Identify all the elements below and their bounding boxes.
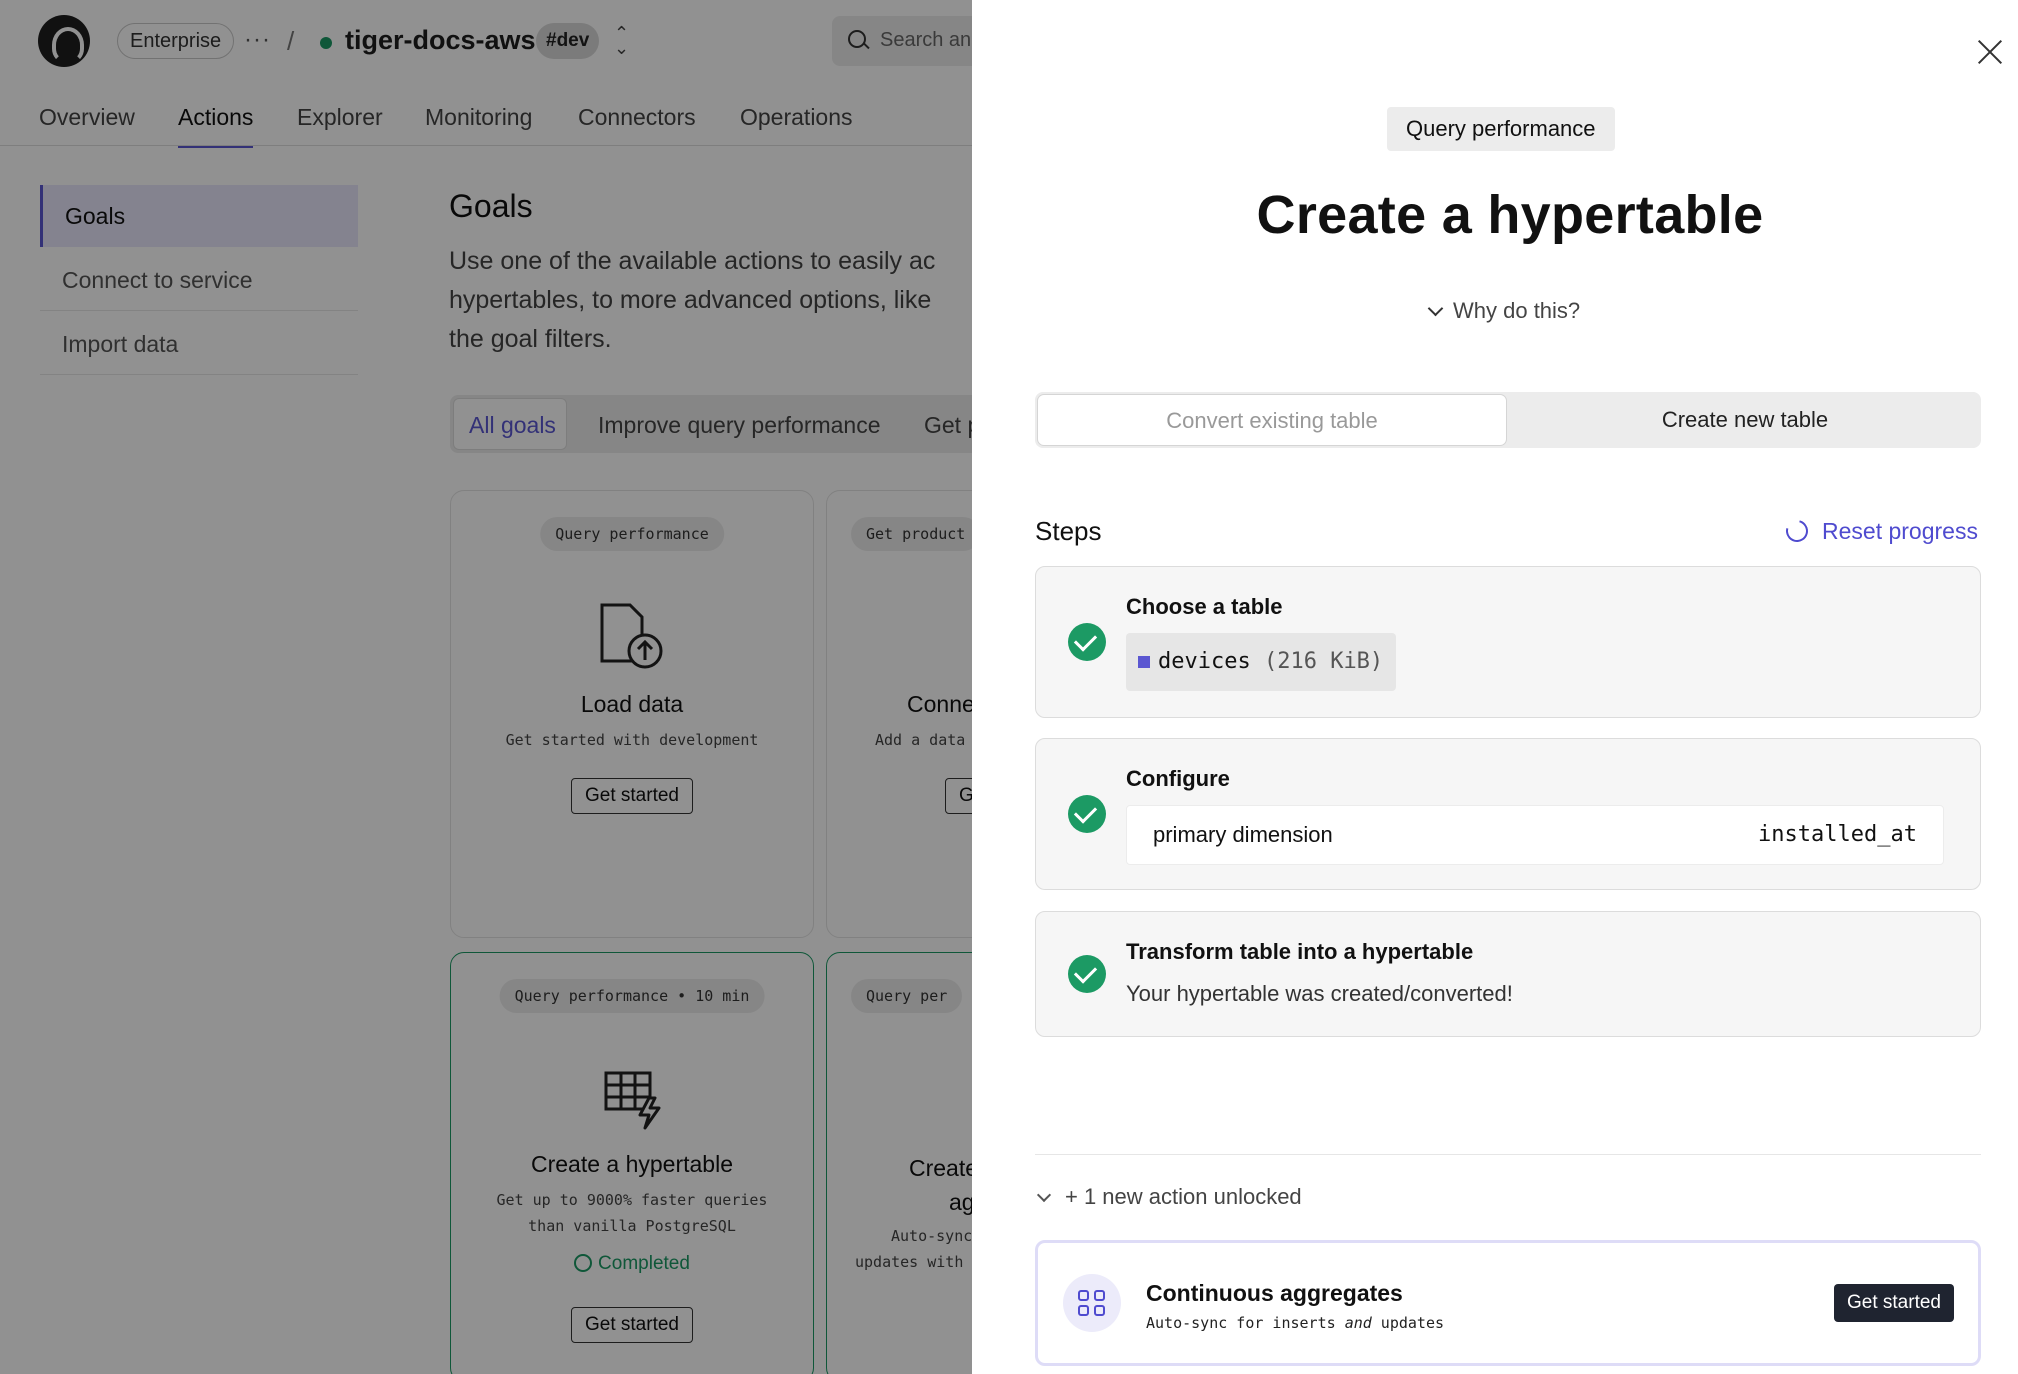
table-color-icon	[1138, 656, 1150, 668]
segment-convert-existing-table[interactable]: Convert existing table	[1037, 394, 1507, 446]
step-title: Transform table into a hypertable	[1126, 939, 1474, 964]
unlocked-toggle[interactable]: + 1 new action unlocked	[1035, 1184, 1302, 1210]
why-label: Why do this?	[1453, 298, 1581, 323]
goal-detail-panel: Query performance Create a hypertable Wh…	[972, 0, 2018, 1374]
check-circle-icon	[1068, 623, 1106, 661]
unlocked-card-subtitle: Auto-sync for inserts and updates	[1146, 1314, 1444, 1332]
chevron-down-icon	[1427, 300, 1444, 317]
subtitle-text: Auto-sync for inserts	[1146, 1314, 1345, 1332]
selected-table-chip[interactable]: devices (216 KiB)	[1126, 633, 1396, 691]
reset-icon	[1781, 515, 1813, 547]
check-circle-icon	[1068, 955, 1106, 993]
chevron-down-icon	[1036, 1187, 1052, 1203]
step-choose-table: Choose a table devices (216 KiB)	[1035, 566, 1981, 718]
category-chip: Query performance	[1387, 107, 1615, 151]
segment-create-new-table[interactable]: Create new table	[1509, 392, 1981, 448]
step-title: Choose a table	[1126, 594, 1283, 619]
panel-title: Create a hypertable	[1256, 185, 1764, 245]
config-value: installed_at	[1758, 822, 1917, 847]
step-configure: Configure primary dimension installed_at	[1035, 738, 1981, 890]
config-key: primary dimension	[1153, 822, 1333, 847]
step-title: Configure	[1126, 766, 1230, 791]
divider	[1035, 1154, 1981, 1155]
config-row: primary dimension installed_at	[1126, 805, 1944, 865]
modal-backdrop[interactable]	[0, 0, 972, 1374]
step-transform: Transform table into a hypertable Your h…	[1035, 911, 1981, 1037]
mode-segmented-control: Convert existing table Create new table	[1035, 392, 1981, 448]
unlocked-label: + 1 new action unlocked	[1065, 1184, 1302, 1209]
table-size: (216 KiB)	[1263, 649, 1384, 674]
close-icon[interactable]	[1976, 38, 2004, 66]
get-started-button[interactable]: Get started	[1834, 1284, 1954, 1322]
reset-label: Reset progress	[1822, 518, 1978, 544]
subtitle-text: updates	[1371, 1314, 1445, 1332]
step-message: Your hypertable was created/converted!	[1126, 981, 1513, 1006]
steps-heading: Steps	[1035, 516, 1102, 546]
subtitle-emphasis: and	[1344, 1314, 1372, 1332]
unlocked-card-title: Continuous aggregates	[1146, 1280, 1403, 1306]
table-name: devices	[1158, 649, 1251, 674]
why-toggle[interactable]: Why do this?	[1427, 298, 1581, 324]
aggregates-icon	[1063, 1274, 1121, 1332]
unlocked-action-card: Continuous aggregates Auto-sync for inse…	[1035, 1240, 1981, 1366]
reset-progress-button[interactable]: Reset progress	[1781, 515, 1978, 547]
check-circle-icon	[1068, 795, 1106, 833]
